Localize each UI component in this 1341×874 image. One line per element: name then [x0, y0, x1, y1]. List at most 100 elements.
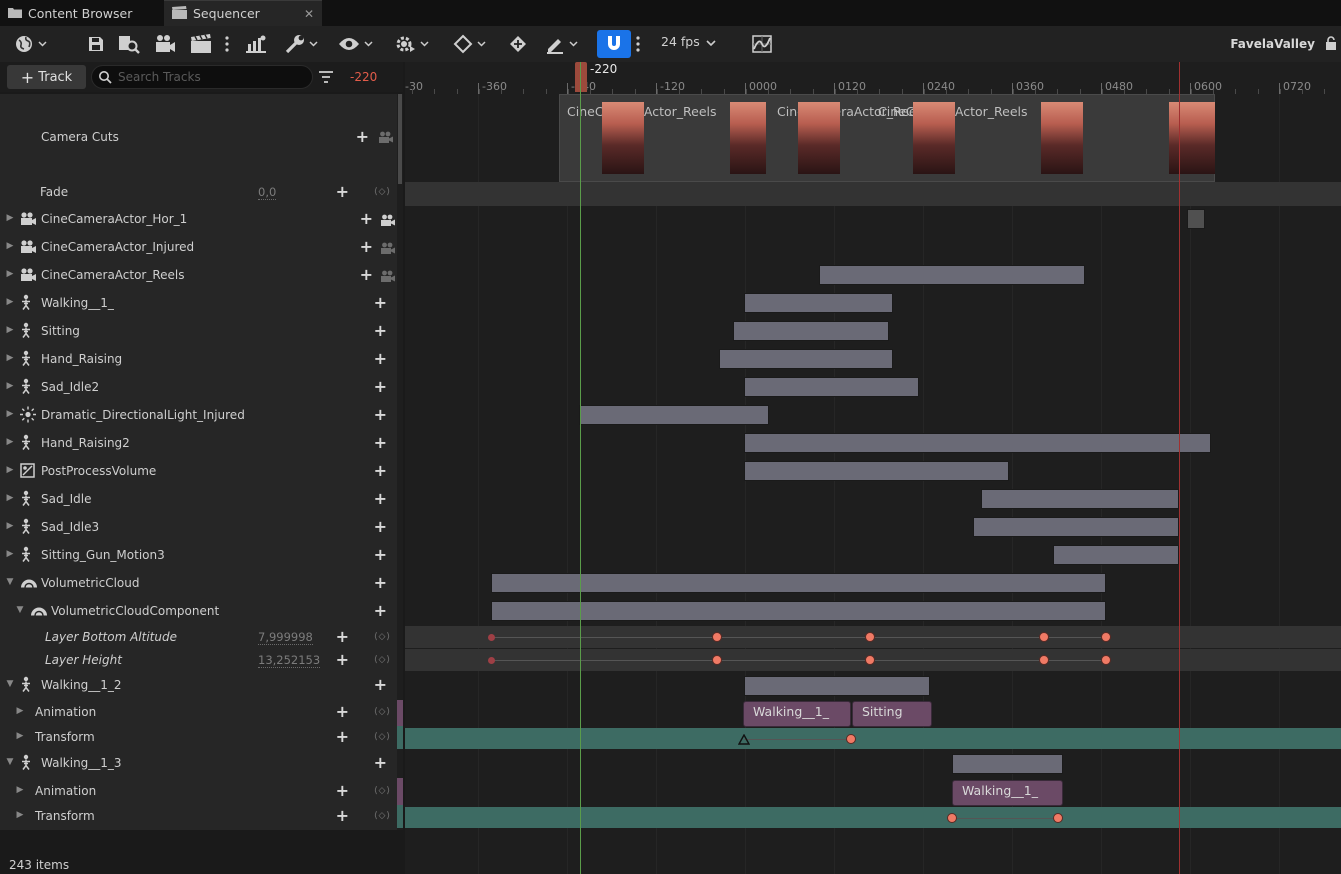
add-button[interactable]: +	[374, 349, 387, 368]
director-mode-button[interactable]	[245, 32, 267, 56]
key-navigation-icon[interactable]: ⟨◇⟩	[374, 655, 391, 665]
time-ruler[interactable]: -30-360-240-1200000012002400360048006000…	[405, 62, 1341, 94]
track-row-sitting[interactable]: ▶ Sitting +	[0, 318, 397, 346]
add-button[interactable]: +	[374, 517, 387, 536]
section-bar[interactable]	[733, 321, 889, 341]
expand-arrow-icon[interactable]: ▶	[5, 213, 15, 223]
collapse-arrow-icon[interactable]: ▼	[15, 605, 25, 615]
expand-arrow-icon[interactable]: ▶	[5, 521, 15, 531]
add-track-button[interactable]: + Track	[7, 65, 86, 89]
expand-arrow-icon[interactable]: ▶	[5, 381, 15, 391]
keyframe[interactable]	[712, 632, 722, 642]
section-bar[interactable]	[719, 349, 893, 369]
key-navigation-icon[interactable]: ⟨◇⟩	[374, 632, 391, 642]
snap-toggle-button[interactable]	[597, 30, 631, 58]
add-button[interactable]: +	[336, 702, 349, 721]
playhead-handle[interactable]	[575, 62, 587, 92]
add-button[interactable]: +	[336, 727, 349, 746]
track-row-hand-raising[interactable]: ▶ Hand_Raising +	[0, 346, 397, 374]
keyframe[interactable]	[487, 656, 495, 664]
key-navigation-icon[interactable]: ⟨◇⟩	[374, 187, 391, 197]
section-bar[interactable]	[981, 489, 1179, 509]
playback-end-marker[interactable]	[1179, 62, 1180, 874]
track-row-vol-cloud[interactable]: ▼ VolumetricCloud +	[0, 570, 397, 598]
view-options-button[interactable]	[338, 32, 373, 56]
create-camera-button[interactable]	[154, 32, 176, 56]
expand-arrow-icon[interactable]: ▶	[5, 241, 15, 251]
section-bar[interactable]	[1053, 545, 1179, 565]
outliner-scrollbar[interactable]	[398, 94, 402, 184]
search-input[interactable]	[118, 69, 308, 85]
animation-section[interactable]: Walking__1_	[952, 780, 1063, 806]
keyframe[interactable]	[487, 633, 495, 641]
add-button[interactable]: +	[360, 265, 373, 284]
auto-key-button[interactable]	[508, 32, 528, 56]
track-area[interactable]: Walking__1_ Sitting Walking__1_	[405, 94, 1341, 874]
add-button[interactable]: +	[374, 675, 387, 694]
expand-arrow-icon[interactable]: ▶	[5, 297, 15, 307]
keyframe[interactable]	[1039, 632, 1049, 642]
add-button[interactable]: +	[374, 433, 387, 452]
expand-arrow-icon[interactable]: ▶	[15, 706, 25, 716]
world-menu-button[interactable]	[14, 32, 47, 56]
camera-lock-icon[interactable]	[381, 214, 395, 229]
snap-options-button[interactable]	[636, 32, 640, 56]
keyframe[interactable]	[1101, 632, 1111, 642]
frame-rate-dropdown[interactable]: 24 fps	[661, 34, 700, 49]
transform-lane[interactable]	[405, 807, 1341, 828]
expand-arrow-icon[interactable]: ▶	[5, 269, 15, 279]
tab-sequencer[interactable]: Sequencer ✕	[164, 0, 322, 26]
keyframe[interactable]	[846, 734, 856, 744]
track-row-layer-height[interactable]: Layer Height 13,252153 + ⟨◇⟩	[0, 649, 397, 672]
track-row-sad-idle2[interactable]: ▶ Sad_Idle2 +	[0, 374, 397, 402]
track-row-w13-anim[interactable]: ▶ Animation + ⟨◇⟩	[0, 778, 397, 805]
keyframe[interactable]	[1053, 813, 1063, 823]
expand-arrow-icon[interactable]: ▶	[5, 325, 15, 335]
track-row-sad-idle3[interactable]: ▶ Sad_Idle3 +	[0, 514, 397, 542]
expand-arrow-icon[interactable]: ▶	[15, 731, 25, 741]
section-bar[interactable]	[1187, 209, 1205, 229]
section-bar[interactable]	[973, 517, 1179, 537]
add-button[interactable]: +	[374, 601, 387, 620]
keyframe[interactable]	[1039, 655, 1049, 665]
keyframe[interactable]	[712, 655, 722, 665]
track-row-vol-cloud-comp[interactable]: ▼ VolumetricCloudComponent +	[0, 598, 397, 626]
expand-arrow-icon[interactable]: ▶	[5, 465, 15, 475]
property-value[interactable]: 0,0	[258, 185, 277, 200]
key-navigation-icon[interactable]: ⟨◇⟩	[374, 811, 391, 821]
keyframe[interactable]	[1101, 655, 1111, 665]
section-bar[interactable]	[579, 405, 769, 425]
tools-menu-button[interactable]	[285, 32, 318, 56]
expand-arrow-icon[interactable]: ▶	[5, 493, 15, 503]
add-button[interactable]: +	[374, 753, 387, 772]
add-button[interactable]: +	[356, 127, 369, 146]
property-value[interactable]: 7,999998	[258, 630, 313, 645]
playback-options-button[interactable]	[394, 32, 429, 56]
render-movie-button[interactable]	[190, 32, 212, 56]
camera-cuts-track[interactable]: CineCameraActor_Reels CineCameraActor_Re…	[559, 94, 1215, 182]
section-bar[interactable]	[819, 265, 1085, 285]
collapse-arrow-icon[interactable]: ▼	[5, 757, 15, 767]
track-row-w12-trans[interactable]: ▶ Transform + ⟨◇⟩	[0, 726, 397, 749]
expand-arrow-icon[interactable]: ▶	[15, 785, 25, 795]
track-row-walking13[interactable]: ▼ Walking__1_3 +	[0, 750, 397, 778]
track-row-camera-cuts[interactable]: Camera Cuts +	[0, 94, 397, 180]
track-row-sad-idle[interactable]: ▶ Sad_Idle +	[0, 486, 397, 514]
section-bar[interactable]	[744, 676, 930, 696]
camera-lock-icon[interactable]	[381, 270, 395, 285]
key-navigation-icon[interactable]: ⟨◇⟩	[374, 707, 391, 717]
track-row-cam-hor[interactable]: ▶ CineCameraActor_Hor_1 +	[0, 206, 397, 234]
add-button[interactable]: +	[360, 209, 373, 228]
camera-lock-icon[interactable]	[381, 242, 395, 257]
expand-arrow-icon[interactable]: ▶	[5, 549, 15, 559]
track-row-hand-raising2[interactable]: ▶ Hand_Raising2 +	[0, 430, 397, 458]
expand-arrow-icon[interactable]: ▶	[5, 437, 15, 447]
add-button[interactable]: +	[336, 627, 349, 646]
camera-lock-icon[interactable]	[379, 131, 393, 146]
expand-arrow-icon[interactable]: ▶	[5, 353, 15, 363]
section-bar[interactable]	[952, 754, 1063, 774]
section-bar[interactable]	[744, 461, 1009, 481]
section-bar[interactable]	[744, 293, 893, 313]
track-row-cam-reels[interactable]: ▶ CineCameraActor_Reels +	[0, 262, 397, 290]
edit-mode-button[interactable]	[545, 32, 578, 56]
